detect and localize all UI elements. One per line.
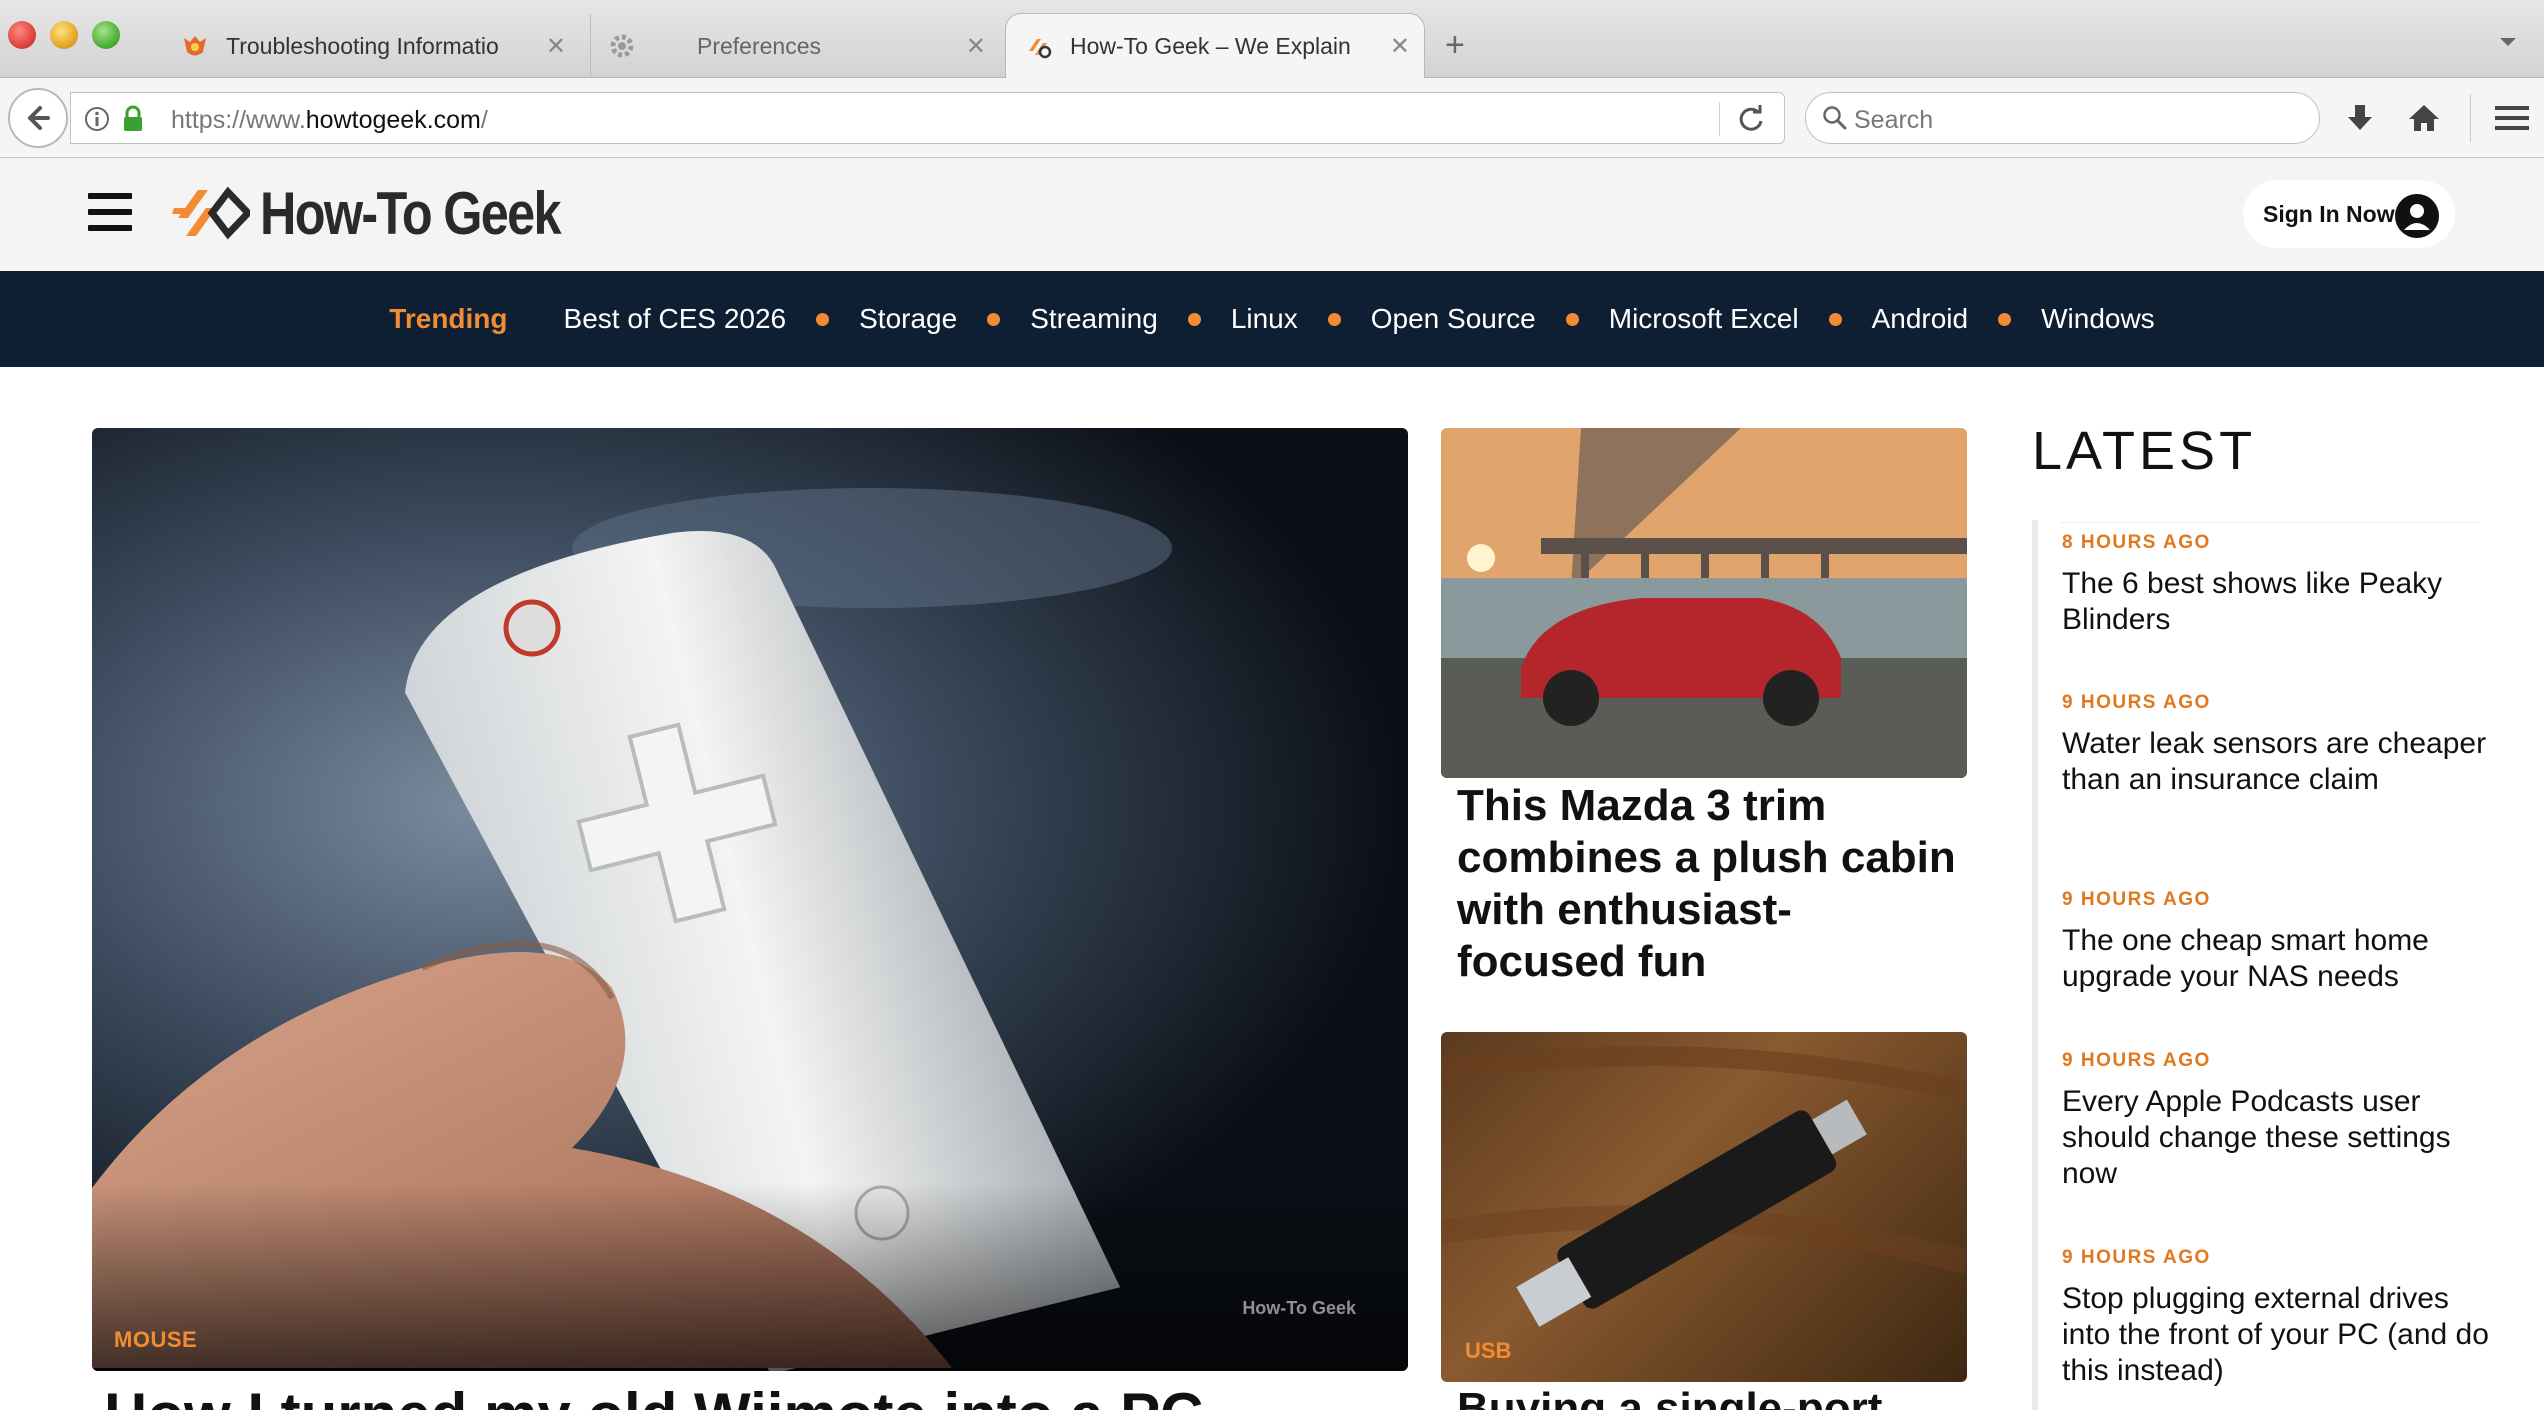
card-category-tag[interactable]: USB bbox=[1465, 1338, 1511, 1364]
latest-divider bbox=[2060, 522, 2480, 523]
trending-label: Trending bbox=[389, 303, 508, 334]
mazda-photo bbox=[1441, 428, 1967, 778]
latest-title[interactable]: Water leak sensors are cheaper than an i… bbox=[2062, 726, 2502, 798]
trending-separator bbox=[1565, 312, 1579, 326]
hero-watermark: How-To Geek bbox=[1242, 1298, 1356, 1318]
toolbar-separator bbox=[2470, 94, 2471, 142]
latest-title[interactable]: Every Apple Podcasts user should change … bbox=[2062, 1084, 2502, 1192]
card-image-mazda[interactable] bbox=[1441, 428, 1967, 778]
trending-link[interactable]: Linux bbox=[1231, 303, 1298, 335]
url-separator bbox=[1719, 102, 1720, 136]
trending-link[interactable]: Streaming bbox=[1030, 303, 1158, 335]
tab-close-icon[interactable]: ✕ bbox=[1390, 32, 1410, 61]
trending-separator bbox=[1998, 312, 2012, 326]
latest-timestamp: 8 HOURS AGO bbox=[2062, 532, 2211, 553]
trending-link[interactable]: Best of CES 2026 bbox=[564, 303, 787, 335]
trending-link[interactable]: Storage bbox=[859, 303, 957, 335]
reload-icon[interactable] bbox=[1736, 104, 1766, 139]
search-input[interactable]: Search bbox=[1805, 92, 2320, 144]
hero-category-tag[interactable]: MOUSE bbox=[114, 1327, 197, 1353]
tab-howtogeek[interactable]: How-To Geek – We Explain ✕ bbox=[1005, 13, 1425, 79]
latest-timestamp: 9 HOURS AGO bbox=[2062, 1050, 2211, 1071]
htg-favicon-icon bbox=[1024, 32, 1054, 62]
trending-link[interactable]: Android bbox=[1872, 303, 1969, 335]
card-title[interactable]: This Mazda 3 trim combines a plush cabin… bbox=[1457, 780, 1957, 988]
search-placeholder: Search bbox=[1854, 106, 1934, 134]
home-icon[interactable] bbox=[2404, 98, 2444, 138]
trending-separator bbox=[1187, 312, 1201, 326]
latest-item[interactable]: 9 HOURS AGO Stop plugging external drive… bbox=[2062, 1247, 2502, 1389]
back-arrow-icon bbox=[28, 106, 50, 130]
gear-icon bbox=[607, 31, 637, 61]
tab-label: How-To Geek – We Explain bbox=[1070, 33, 1351, 59]
latest-item[interactable]: 8 HOURS AGO The 6 best shows like Peaky … bbox=[2062, 532, 2502, 638]
tab-close-icon[interactable]: ✕ bbox=[966, 32, 986, 61]
wiimote-photo bbox=[92, 428, 1408, 1371]
latest-item[interactable]: 9 HOURS AGO The one cheap smart home upg… bbox=[2062, 889, 2502, 995]
trending-separator bbox=[816, 312, 830, 326]
search-icon bbox=[1822, 105, 1848, 136]
trending-bar: Trending Best of CES 2026 Storage Stream… bbox=[0, 271, 2544, 367]
window-minimize-button[interactable] bbox=[50, 21, 78, 49]
hamburger-menu-icon[interactable] bbox=[2492, 98, 2532, 138]
latest-heading: LATEST bbox=[2032, 421, 2257, 481]
latest-title[interactable]: The one cheap smart home upgrade your NA… bbox=[2062, 923, 2502, 995]
site-header: How-To Geek Sign In Now bbox=[0, 158, 2544, 271]
usb-drive-photo bbox=[1441, 1046, 1967, 1327]
site-logo[interactable]: How-To Geek bbox=[172, 178, 617, 248]
card-title[interactable]: Buying a single-port bbox=[1457, 1384, 1882, 1410]
latest-item[interactable]: 9 HOURS AGO Water leak sensors are cheap… bbox=[2062, 692, 2502, 798]
trending-link[interactable]: Windows bbox=[2041, 303, 2155, 335]
new-tab-button[interactable]: + bbox=[1445, 28, 1465, 62]
latest-timestamp: 9 HOURS AGO bbox=[2062, 692, 2211, 713]
site-menu-icon[interactable] bbox=[88, 193, 134, 233]
url-text[interactable]: https://www.howtogeek.com/ bbox=[171, 106, 488, 135]
trending-link[interactable]: Microsoft Excel bbox=[1609, 303, 1799, 335]
tab-label: Troubleshooting Informatio bbox=[226, 32, 499, 59]
hero-article-image[interactable]: How-To Geek MOUSE bbox=[92, 428, 1408, 1371]
tab-close-icon[interactable]: ✕ bbox=[546, 32, 566, 61]
sign-in-button[interactable]: Sign In Now bbox=[2243, 180, 2455, 248]
tab-preferences[interactable]: Preferences ✕ bbox=[590, 14, 1000, 78]
trending-separator bbox=[987, 312, 1001, 326]
htg-logo-icon bbox=[172, 186, 250, 240]
latest-title[interactable]: Stop plugging external drives into the f… bbox=[2062, 1281, 2502, 1389]
tab-list-chevron-icon[interactable] bbox=[2500, 38, 2516, 46]
latest-timestamp: 9 HOURS AGO bbox=[2062, 1247, 2211, 1268]
latest-item[interactable]: 9 HOURS AGO Every Apple Podcasts user sh… bbox=[2062, 1050, 2502, 1192]
card-image-usb[interactable]: USB bbox=[1441, 1032, 1967, 1382]
firefox-icon bbox=[180, 31, 210, 61]
latest-sidebar: LATEST bbox=[2032, 420, 2502, 482]
back-button[interactable] bbox=[8, 88, 68, 148]
trending-link[interactable]: Open Source bbox=[1371, 303, 1536, 335]
trending-separator bbox=[1327, 312, 1341, 326]
browser-nav-bar: https://www.howtogeek.com/ Search bbox=[0, 78, 2544, 158]
window-zoom-button[interactable] bbox=[92, 21, 120, 49]
download-icon[interactable] bbox=[2340, 98, 2380, 138]
tab-troubleshooting[interactable]: Troubleshooting Informatio ✕ bbox=[180, 14, 580, 78]
trending-separator bbox=[1828, 312, 1842, 326]
browser-tab-bar: Troubleshooting Informatio ✕ Preferences… bbox=[0, 0, 2544, 79]
latest-timeline-rule bbox=[2032, 520, 2038, 1410]
info-icon[interactable] bbox=[83, 105, 111, 138]
hero-article-title[interactable]: How I turned my old Wiimote into a PC bbox=[104, 1380, 1203, 1410]
tab-label: Preferences bbox=[697, 32, 822, 59]
user-avatar-icon bbox=[2395, 194, 2439, 238]
url-bar[interactable]: https://www.howtogeek.com/ bbox=[70, 92, 1785, 144]
latest-title[interactable]: The 6 best shows like Peaky Blinders bbox=[2062, 566, 2502, 638]
site-logo-text: How-To Geek bbox=[260, 179, 562, 247]
sign-in-label: Sign In Now bbox=[2263, 200, 2395, 227]
lock-icon[interactable] bbox=[121, 105, 145, 138]
latest-timestamp: 9 HOURS AGO bbox=[2062, 889, 2211, 910]
window-close-button[interactable] bbox=[8, 21, 36, 49]
